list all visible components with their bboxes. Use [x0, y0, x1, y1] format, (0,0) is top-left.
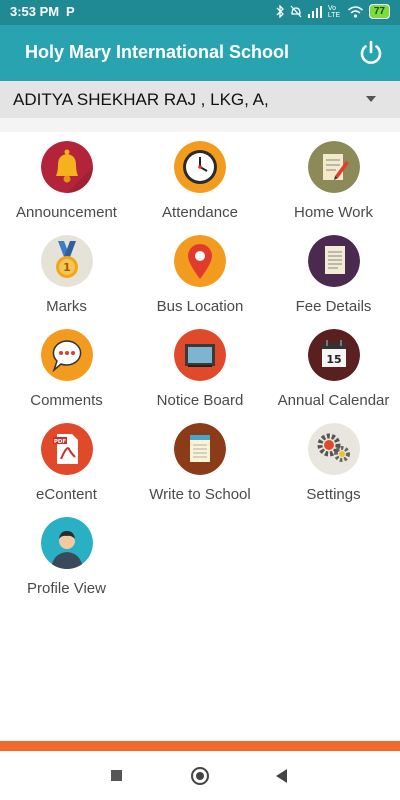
menu-item-econtent[interactable]: PDF eContent: [0, 423, 133, 517]
recents-icon[interactable]: [111, 770, 122, 781]
pdf-icon: PDF: [40, 423, 93, 475]
wifi-icon: [347, 5, 363, 18]
student-selector-value: ADITYA SHEKHAR RAJ , LKG, A,: [13, 90, 269, 109]
menu-item-marks[interactable]: 1 Marks: [0, 235, 133, 329]
status-time: 3:53 PM: [10, 4, 60, 19]
dropdown-arrow-icon: [366, 96, 376, 102]
menu-item-label: eContent: [36, 486, 97, 503]
p-notification-icon: P: [66, 4, 75, 19]
location-pin-icon: [174, 235, 226, 287]
bluetooth-icon: [276, 5, 284, 18]
menu-item-write-to-school[interactable]: Write to School: [133, 423, 267, 517]
svg-text:PDF: PDF: [53, 439, 66, 445]
menu-item-comments[interactable]: Comments: [0, 329, 133, 423]
menu-item-label: Profile View: [27, 580, 106, 597]
status-icons: Vo LTE 77: [276, 4, 390, 19]
speech-bubble-icon: [40, 329, 93, 381]
battery-icon: 77: [368, 4, 390, 19]
menu-item-fee-details[interactable]: Fee Details: [267, 235, 400, 329]
signal-icon: [307, 5, 322, 18]
menu-item-label: Annual Calendar: [277, 392, 390, 409]
medal-icon: 1: [40, 235, 93, 287]
menu-item-label: Announcement: [16, 204, 117, 221]
menu-item-label: Write to School: [149, 486, 251, 503]
svg-text:1: 1: [63, 261, 71, 274]
menu-item-home-work[interactable]: Home Work: [267, 141, 400, 235]
menu-item-label: Marks: [46, 298, 87, 315]
menu-item-label: Attendance: [162, 204, 238, 221]
menu-item-bus-location[interactable]: Bus Location: [133, 235, 267, 329]
mute-bell-icon: [290, 5, 302, 18]
menu-item-label: Fee Details: [295, 298, 372, 315]
status-bar: 3:53 PM P Vo LTE 77: [0, 0, 400, 25]
menu-item-label: Comments: [30, 392, 103, 409]
back-icon[interactable]: [276, 769, 287, 783]
system-nav-bar: [0, 751, 400, 800]
menu-grid: Announcement Attendance Home Work 1 Mark…: [0, 141, 400, 611]
menu-item-label: Notice Board: [156, 392, 244, 409]
student-selector[interactable]: ADITYA SHEKHAR RAJ , LKG, A,: [0, 81, 400, 119]
power-icon[interactable]: [358, 40, 384, 66]
notebook-pencil-icon: [307, 141, 360, 193]
menu-item-profile-view[interactable]: Profile View: [0, 517, 133, 611]
calendar-icon: 15: [307, 329, 360, 381]
menu-item-label: Settings: [306, 486, 361, 503]
page-title: Holy Mary International School: [25, 42, 290, 62]
svg-text:15: 15: [326, 353, 341, 366]
document-list-icon: [307, 235, 360, 287]
notice-board-icon: [174, 329, 226, 381]
user-avatar-icon: [40, 517, 93, 569]
menu-item-label: Home Work: [294, 204, 373, 221]
menu-item-notice-board[interactable]: Notice Board: [133, 329, 267, 423]
menu-item-label: Bus Location: [156, 298, 244, 315]
gears-icon: [307, 423, 360, 475]
home-icon[interactable]: [191, 767, 209, 785]
volte-label: Vo LTE: [327, 4, 341, 19]
menu-item-attendance[interactable]: Attendance: [133, 141, 267, 235]
divider: [0, 118, 400, 132]
notepad-icon: [174, 423, 226, 475]
bell-icon: [40, 141, 93, 193]
menu-item-annual-calendar[interactable]: 15 Annual Calendar: [267, 329, 400, 423]
accent-bar: [0, 741, 400, 751]
clock-icon: [174, 141, 226, 193]
menu-item-announcement[interactable]: Announcement: [0, 141, 133, 235]
menu-item-settings[interactable]: Settings: [267, 423, 400, 517]
app-bar: Holy Mary International School: [0, 25, 400, 81]
